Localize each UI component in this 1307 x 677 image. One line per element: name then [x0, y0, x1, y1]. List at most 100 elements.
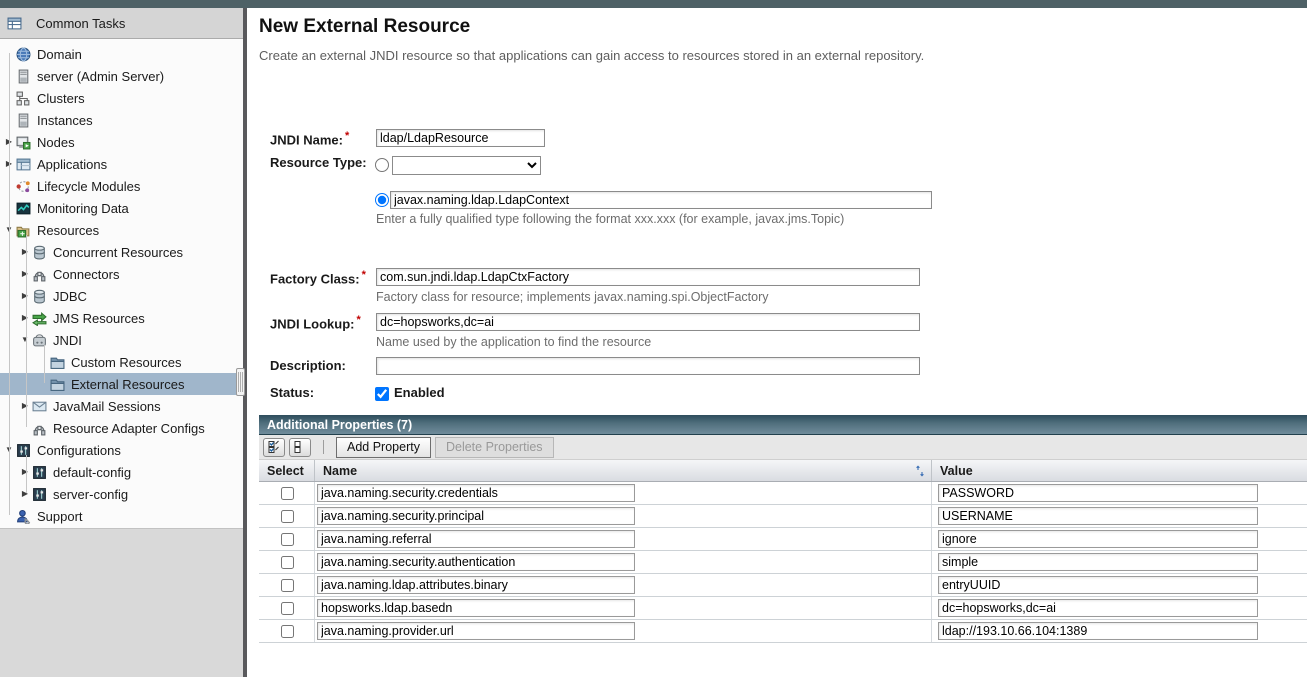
row-select-checkbox[interactable]	[281, 625, 294, 638]
expand-arrow-icon[interactable]	[18, 241, 32, 263]
content-panel: New External Resource Create an external…	[247, 8, 1307, 677]
divider-drag-handle[interactable]	[236, 368, 245, 396]
sidebar-item-jms-resources[interactable]: JMS Resources	[0, 307, 243, 329]
property-name-input[interactable]	[317, 622, 635, 640]
sidebar-item-label: Nodes	[37, 135, 75, 150]
row-select-checkbox[interactable]	[281, 510, 294, 523]
property-name-input[interactable]	[317, 599, 635, 617]
jndi-lookup-input[interactable]	[376, 313, 920, 331]
resource-type-custom-radio[interactable]	[375, 193, 389, 207]
sidebar-item-label: Custom Resources	[71, 355, 182, 370]
database-icon	[32, 289, 47, 304]
sidebar-item-resource-adapter-configs[interactable]: Resource Adapter Configs	[0, 417, 243, 439]
row-select-checkbox[interactable]	[281, 556, 294, 569]
properties-table-header: Select Name Value	[259, 460, 1307, 482]
config-icon	[32, 465, 47, 480]
jndi-name-input[interactable]	[376, 129, 545, 147]
sidebar-item-support[interactable]: Support	[0, 505, 243, 527]
add-property-button[interactable]: Add Property	[336, 437, 431, 458]
sort-icon[interactable]	[915, 465, 925, 477]
sidebar-item-concurrent-resources[interactable]: Concurrent Resources	[0, 241, 243, 263]
row-select-checkbox[interactable]	[281, 487, 294, 500]
status-label: Status:	[270, 385, 314, 400]
collapse-arrow-icon[interactable]	[18, 329, 32, 351]
property-name-input[interactable]	[317, 484, 635, 502]
status-enabled-label: Enabled	[394, 385, 445, 400]
property-value-input[interactable]	[938, 599, 1258, 617]
factory-class-label: Factory Class:*	[270, 269, 366, 286]
factory-class-help: Factory class for resource; implements j…	[376, 290, 769, 304]
page-description: Create an external JNDI resource so that…	[259, 48, 924, 63]
property-name-input[interactable]	[317, 576, 635, 594]
sidebar-item-label: default-config	[53, 465, 131, 480]
sidebar-item-jdbc[interactable]: JDBC	[0, 285, 243, 307]
row-select-checkbox[interactable]	[281, 533, 294, 546]
sidebar-item-applications[interactable]: Applications	[0, 153, 243, 175]
sidebar-item-label: External Resources	[71, 377, 184, 392]
sidebar-item-server-config[interactable]: server-config	[0, 483, 243, 505]
property-value-input[interactable]	[938, 530, 1258, 548]
tree-guide-line	[44, 345, 45, 383]
sidebar-item-connectors[interactable]: Connectors	[0, 263, 243, 285]
column-header-name[interactable]: Name	[314, 460, 931, 481]
sidebar-item-javamail-sessions[interactable]: JavaMail Sessions	[0, 395, 243, 417]
connector-icon	[32, 421, 47, 436]
required-indicator: *	[357, 314, 361, 326]
sidebar-item-label: JNDI	[53, 333, 82, 348]
property-value-input[interactable]	[938, 622, 1258, 640]
jndi-lookup-label: JNDI Lookup:*	[270, 314, 361, 331]
description-input[interactable]	[376, 357, 920, 375]
expand-arrow-icon[interactable]	[18, 395, 32, 417]
row-select-checkbox[interactable]	[281, 579, 294, 592]
sidebar-item-domain[interactable]: Domain	[0, 43, 243, 65]
sidebar-item-custom-resources[interactable]: Custom Resources	[0, 351, 243, 373]
expand-arrow-icon[interactable]	[18, 263, 32, 285]
expand-arrow-icon[interactable]	[18, 461, 32, 483]
common-tasks-label: Common Tasks	[36, 16, 125, 31]
additional-properties-section: Additional Properties (7) Add Property D…	[259, 415, 1307, 643]
sidebar-item-lifecycle-modules[interactable]: Lifecycle Modules	[0, 175, 243, 197]
property-value-input[interactable]	[938, 484, 1258, 502]
sidebar-item-label: Configurations	[37, 443, 121, 458]
property-name-input[interactable]	[317, 530, 635, 548]
row-select-checkbox[interactable]	[281, 602, 294, 615]
sidebar-item-server[interactable]: server (Admin Server)	[0, 65, 243, 87]
sidebar-item-label: Resource Adapter Configs	[53, 421, 205, 436]
property-value-input[interactable]	[938, 576, 1258, 594]
resource-type-select[interactable]	[392, 156, 541, 175]
common-tasks-icon	[7, 16, 22, 31]
jndi-name-label: JNDI Name:*	[270, 130, 349, 147]
page-title: New External Resource	[259, 16, 470, 38]
select-all-button[interactable]	[263, 438, 285, 457]
sidebar-item-external-resources[interactable]: External Resources	[0, 373, 243, 395]
property-value-input[interactable]	[938, 553, 1258, 571]
table-row	[259, 528, 1307, 551]
sidebar-item-label: Instances	[37, 113, 93, 128]
tree-guide-line	[9, 53, 10, 515]
expand-arrow-icon[interactable]	[18, 483, 32, 505]
sidebar-item-resources[interactable]: Resources	[0, 219, 243, 241]
sidebar-item-label: server-config	[53, 487, 128, 502]
property-name-input[interactable]	[317, 507, 635, 525]
sidebar-item-jndi[interactable]: JNDI	[0, 329, 243, 351]
sidebar-item-nodes[interactable]: Nodes	[0, 131, 243, 153]
expand-arrow-icon[interactable]	[18, 307, 32, 329]
factory-class-input[interactable]	[376, 268, 920, 286]
sidebar-item-clusters[interactable]: Clusters	[0, 87, 243, 109]
deselect-all-icon	[293, 440, 307, 454]
property-value-input[interactable]	[938, 507, 1258, 525]
common-tasks-header[interactable]: Common Tasks	[0, 8, 243, 39]
resources-icon	[16, 223, 31, 238]
sidebar-item-default-config[interactable]: default-config	[0, 461, 243, 483]
property-name-input[interactable]	[317, 553, 635, 571]
expand-arrow-icon[interactable]	[18, 285, 32, 307]
sidebar-item-monitoring-data[interactable]: Monitoring Data	[0, 197, 243, 219]
sidebar-item-configurations[interactable]: Configurations	[0, 439, 243, 461]
clusters-icon	[16, 91, 31, 106]
sidebar-item-label: Domain	[37, 47, 82, 62]
deselect-all-button[interactable]	[289, 438, 311, 457]
sidebar-item-instances[interactable]: Instances	[0, 109, 243, 131]
status-enabled-checkbox[interactable]	[375, 387, 389, 401]
resource-type-predefined-radio[interactable]	[375, 158, 389, 172]
resource-type-custom-input[interactable]	[390, 191, 932, 209]
